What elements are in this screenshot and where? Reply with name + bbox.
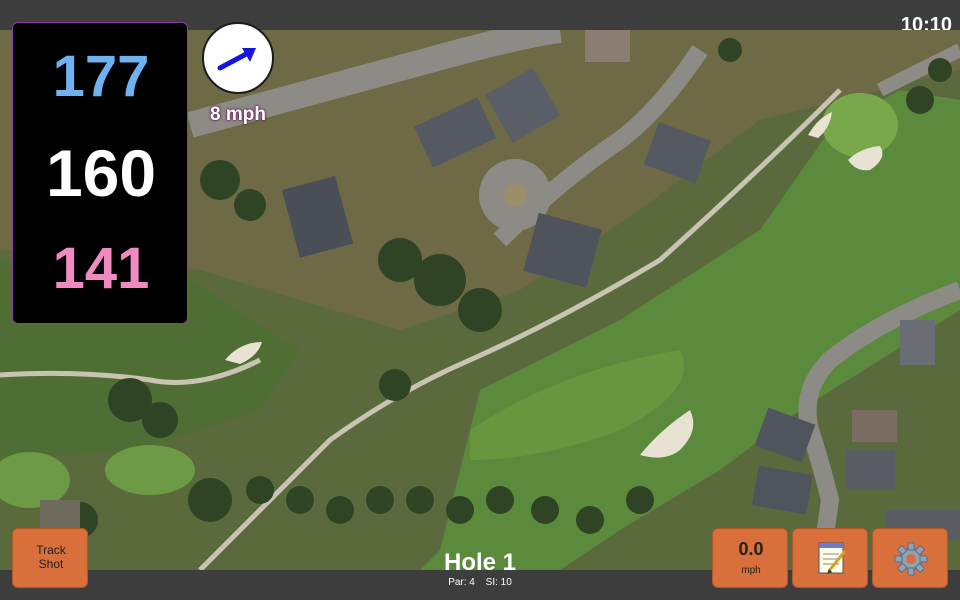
speed-unit: mph [741,565,761,576]
settings-button[interactable] [872,528,948,588]
shot-speed-button[interactable]: 0.0 mph [712,528,788,588]
speed-value: 0.0 [738,539,764,559]
notes-button[interactable] [792,528,868,588]
middle-distance: 160 [45,136,157,210]
track-shot-button[interactable]: Track Shot [12,528,88,588]
notepad-icon [818,542,847,574]
par-label: Par: 4 [448,577,475,588]
wind-speed-label: 8 mph [210,104,266,125]
yardage-panel: 177 160 141 [12,22,188,324]
back-distance: 177 [52,44,150,109]
hole-title: Hole 1 [443,549,517,576]
stroke-index-label: SI: 10 [485,577,512,588]
track-shot-label: Track Shot [36,543,66,571]
wind-indicator [202,22,274,94]
arrow-right-icon [217,48,256,71]
gear-icon [894,542,928,576]
front-distance: 141 [52,236,150,301]
hole-info: Par: 4 SI: 10 [380,577,580,588]
